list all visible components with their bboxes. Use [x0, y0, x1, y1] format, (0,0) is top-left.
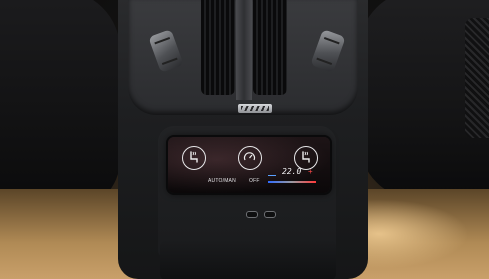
seat-heater-button[interactable]: [182, 146, 206, 170]
heated-seat-icon: [302, 151, 310, 163]
right-seat: [359, 0, 489, 200]
photo-frame: AUTO/MAN OFF 22.0 +: [0, 0, 489, 279]
usb-c-port-icon[interactable]: [264, 211, 276, 218]
temperature-gradient-bar: [268, 181, 316, 183]
vent-divider: [236, 0, 252, 100]
off-label: OFF: [249, 178, 260, 184]
climate-screen[interactable]: AUTO/MAN OFF 22.0 +: [168, 137, 330, 193]
seat-mesh: [465, 18, 489, 138]
right-air-vent[interactable]: [253, 0, 287, 95]
brand-badge: [238, 104, 272, 113]
console-storage: [160, 240, 336, 279]
auto-man-label: AUTO/MAN: [208, 178, 236, 184]
heated-seat-right-button[interactable]: [294, 146, 318, 170]
fan-dial-button[interactable]: [238, 146, 262, 170]
temperature-readout: 22.0: [282, 167, 302, 176]
fan-dial-icon: [243, 152, 256, 161]
left-air-vent[interactable]: [201, 0, 235, 95]
temp-down-button[interactable]: [268, 175, 276, 176]
left-seat: [0, 0, 120, 210]
usb-c-port-icon[interactable]: [246, 211, 258, 218]
heated-seat-icon: [190, 151, 198, 163]
